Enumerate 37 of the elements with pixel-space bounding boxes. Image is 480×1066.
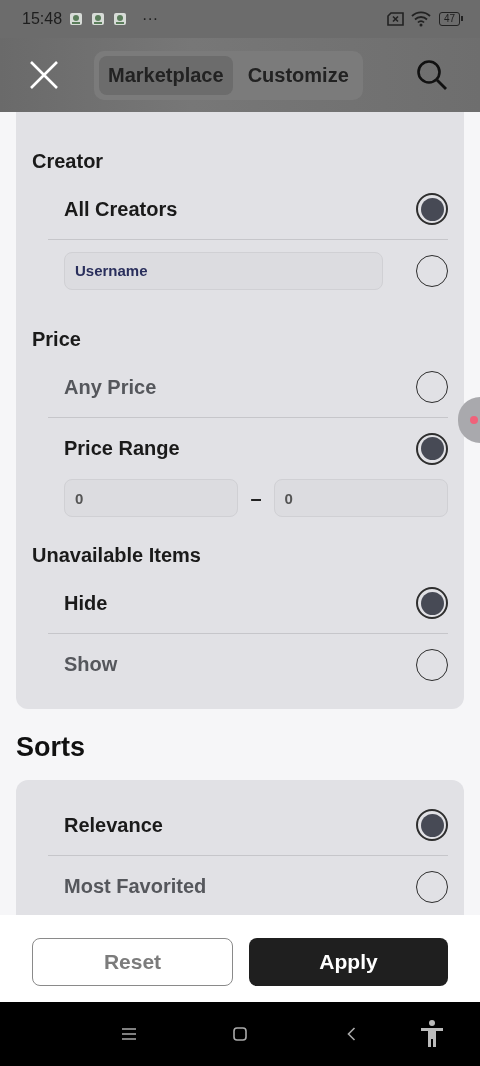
wifi-icon: [410, 11, 431, 27]
option-label: Show: [64, 653, 119, 676]
accessibility-icon[interactable]: [420, 1020, 444, 1048]
radio-button[interactable]: [416, 809, 448, 841]
battery-level: 47: [438, 12, 460, 26]
radio-button[interactable]: [416, 432, 448, 465]
section-title: Creator: [32, 149, 105, 174]
option-label: Most Favorited: [64, 875, 208, 898]
max-price-field[interactable]: 0: [273, 479, 448, 517]
clock-time: 15:48: [22, 10, 63, 28]
close-icon[interactable]: [28, 59, 60, 91]
sim-card-x-icon: [386, 12, 405, 26]
home-square-icon[interactable]: [233, 1027, 247, 1041]
tab[interactable]: Customize: [238, 55, 358, 95]
section-heading: Sorts: [16, 731, 87, 763]
radio-button[interactable]: [416, 587, 448, 619]
notification-icon: [112, 11, 129, 27]
range-separator: –: [250, 486, 262, 510]
option-label: Price Range: [64, 437, 181, 460]
section-title: Unavailable Items: [32, 543, 202, 568]
section-title: Price: [32, 327, 82, 352]
more-notifications: ···: [142, 10, 159, 28]
notification-icon: [90, 11, 107, 27]
option-label: Relevance: [64, 813, 164, 837]
tab[interactable]: Marketplace: [99, 55, 233, 95]
apply-button[interactable]: Apply: [249, 938, 448, 986]
menu-icon[interactable]: [122, 1028, 136, 1040]
username-field[interactable]: Username: [64, 251, 383, 290]
back-icon[interactable]: [346, 1027, 356, 1041]
option-label: Any Price: [64, 375, 158, 399]
search-icon[interactable]: [416, 59, 448, 91]
radio-button[interactable]: [416, 193, 448, 225]
min-price-field[interactable]: 0: [64, 479, 239, 517]
notification-icon: [68, 11, 85, 27]
option-label: Hide: [64, 591, 109, 615]
reset-button[interactable]: Reset: [32, 938, 233, 986]
option-label: All Creators: [64, 197, 179, 221]
